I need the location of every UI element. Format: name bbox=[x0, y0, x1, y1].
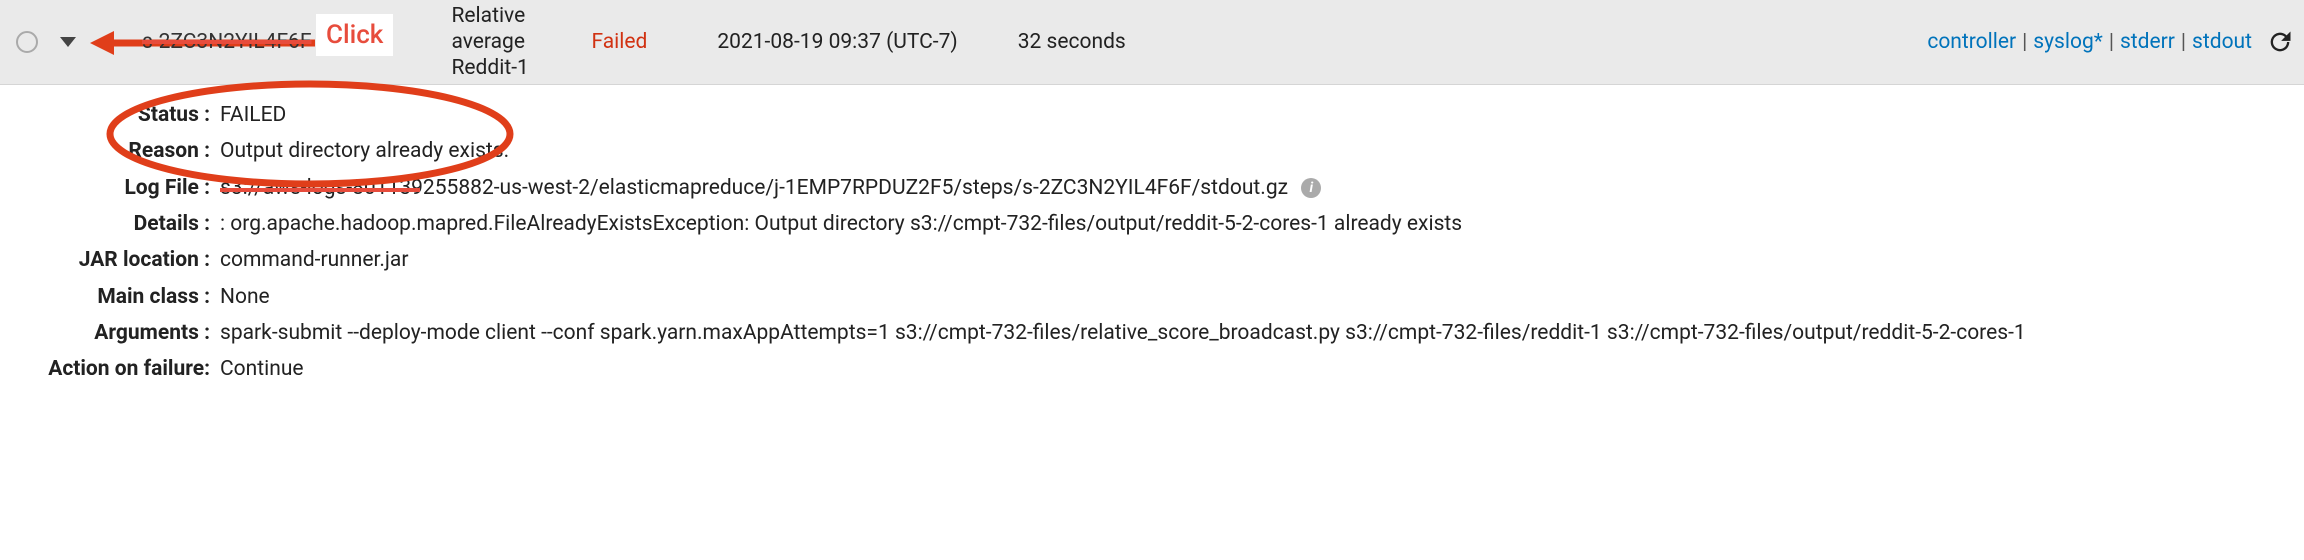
info-icon[interactable]: i bbox=[1301, 178, 1321, 198]
details-value: : org.apache.hadoop.mapred.FileAlreadyEx… bbox=[214, 210, 2304, 238]
link-divider: | bbox=[2181, 30, 2186, 54]
arguments-label: Arguments : bbox=[0, 319, 214, 347]
stdout-link[interactable]: stdout bbox=[2192, 30, 2252, 54]
step-timestamp: 2021-08-19 09:37 (UTC-7) bbox=[717, 30, 957, 54]
link-divider: | bbox=[2109, 30, 2114, 54]
syslog-link[interactable]: syslog* bbox=[2033, 30, 2103, 54]
click-annotation: Click bbox=[316, 14, 393, 56]
step-name: Relative average Reddit-1 bbox=[451, 3, 561, 82]
status-label: Status : bbox=[0, 101, 214, 129]
step-row: Click s-2ZC3N2YIL4F6F Relative average R… bbox=[0, 0, 2304, 85]
status-value: FAILED bbox=[214, 101, 2304, 129]
refresh-icon[interactable] bbox=[2266, 28, 2294, 56]
logfile-text: s3://aws-logs-801139255882-us-west-2/ela… bbox=[220, 176, 1288, 200]
detail-row-status: Status : FAILED bbox=[0, 101, 2304, 129]
link-divider: | bbox=[2022, 30, 2027, 54]
detail-row-mainclass: Main class : None bbox=[0, 283, 2304, 311]
detail-row-actionfail: Action on failure: Continue bbox=[0, 355, 2304, 383]
select-radio[interactable] bbox=[16, 31, 38, 53]
details-label: Details : bbox=[0, 210, 214, 238]
stderr-link[interactable]: stderr bbox=[2120, 30, 2175, 54]
step-id: s-2ZC3N2YIL4F6F bbox=[142, 30, 311, 54]
arguments-value: spark-submit --deploy-mode client --conf… bbox=[214, 319, 2304, 347]
detail-row-logfile: Log File : s3://aws-logs-801139255882-us… bbox=[0, 174, 2304, 202]
mainclass-value: None bbox=[214, 283, 2304, 311]
logfile-value: s3://aws-logs-801139255882-us-west-2/ela… bbox=[214, 174, 2304, 202]
step-duration: 32 seconds bbox=[1018, 30, 1126, 54]
actionfail-label: Action on failure: bbox=[0, 355, 214, 383]
reason-label: Reason : bbox=[0, 137, 214, 165]
jar-label: JAR location : bbox=[0, 246, 214, 274]
step-details-panel: Status : FAILED Reason : Output director… bbox=[0, 85, 2304, 410]
expand-caret-icon[interactable] bbox=[60, 37, 76, 47]
jar-value: command-runner.jar bbox=[214, 246, 2304, 274]
detail-row-arguments: Arguments : spark-submit --deploy-mode c… bbox=[0, 319, 2304, 347]
actionfail-value: Continue bbox=[214, 355, 2304, 383]
detail-row-reason: Reason : Output directory already exists… bbox=[0, 137, 2304, 165]
controller-link[interactable]: controller bbox=[1927, 30, 2016, 54]
detail-row-jar: JAR location : command-runner.jar bbox=[0, 246, 2304, 274]
mainclass-label: Main class : bbox=[0, 283, 214, 311]
detail-row-details: Details : : org.apache.hadoop.mapred.Fil… bbox=[0, 210, 2304, 238]
logfile-label: Log File : bbox=[0, 174, 214, 202]
step-status: Failed bbox=[591, 30, 647, 54]
reason-value: Output directory already exists. bbox=[214, 137, 2304, 165]
log-links: controller | syslog* | stderr | stdout bbox=[1927, 30, 2252, 54]
